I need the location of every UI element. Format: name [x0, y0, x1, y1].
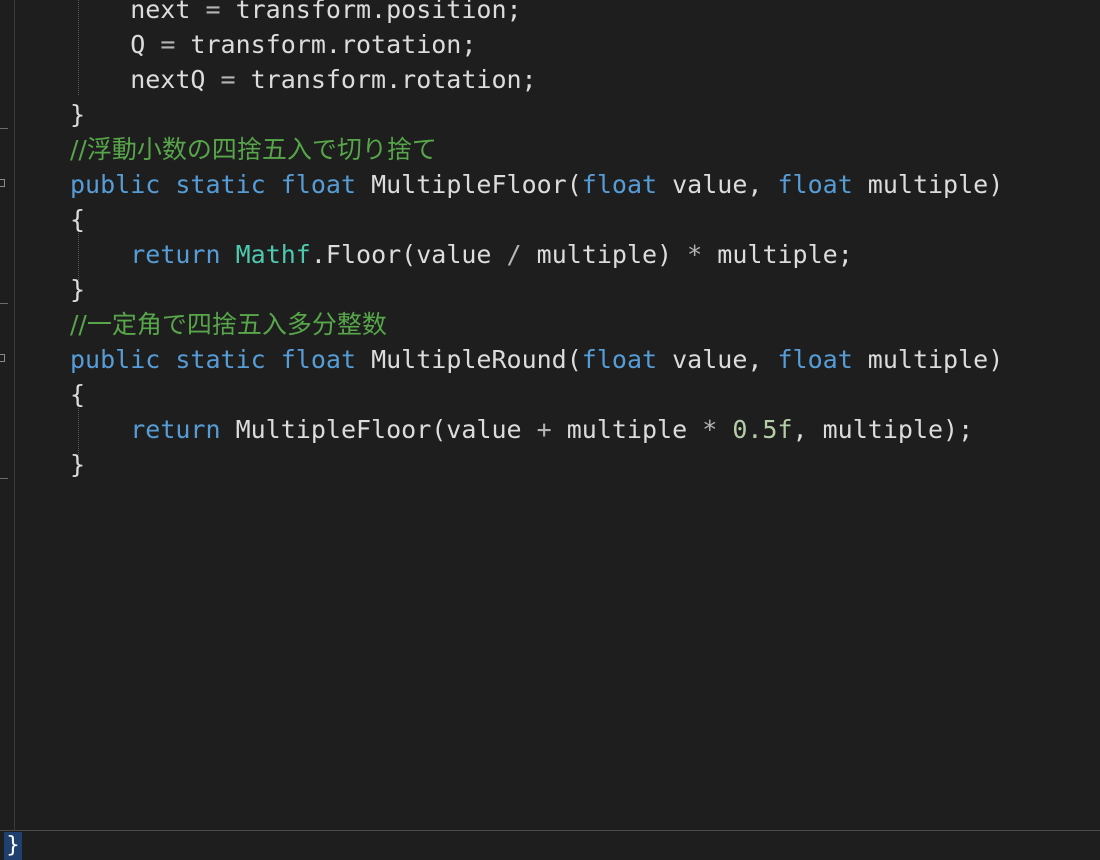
code-token-id: { — [70, 205, 86, 234]
code-token-kw: static — [175, 345, 266, 374]
code-line[interactable]: } — [70, 447, 85, 482]
code-token-id: multiple; — [702, 240, 853, 269]
code-token-id: } — [70, 450, 86, 479]
brace-match-highlight[interactable]: } — [4, 832, 22, 860]
code-token-id: .Floor(value — [310, 240, 507, 269]
code-token-op: = — [205, 0, 221, 24]
code-line[interactable]: } — [70, 272, 85, 307]
code-token-id: { — [70, 380, 86, 409]
code-token-num: 0.5f — [732, 415, 793, 444]
code-token-id: nextQ — [70, 65, 221, 94]
code-token-kw: return — [130, 415, 221, 444]
code-token-id: transform.rotation; — [235, 65, 537, 94]
code-token-id: transform.rotation; — [175, 30, 477, 59]
code-token-kw: static — [175, 170, 266, 199]
code-line[interactable]: //一定角で四捨五入多分整数 — [70, 307, 387, 342]
code-token-op: / — [506, 240, 522, 269]
code-token-id: value, — [657, 345, 778, 374]
code-token-id — [717, 415, 732, 444]
code-token-id: value, — [657, 170, 778, 199]
code-token-id: , multiple); — [792, 415, 974, 444]
collapse-toggle-icon[interactable] — [0, 179, 5, 187]
code-editor[interactable]: next = transform.position; Q = transform… — [0, 0, 1100, 860]
code-token-kw: public — [70, 345, 161, 374]
code-token-id: multiple) — [852, 170, 1004, 199]
code-token-kw: float — [280, 345, 357, 374]
code-token-id: transform.position; — [220, 0, 522, 24]
code-token-kw: public — [70, 170, 161, 199]
code-token-id — [266, 170, 281, 199]
code-line[interactable]: { — [70, 202, 85, 237]
code-line[interactable]: nextQ = transform.rotation; — [70, 62, 537, 97]
code-token-cmt: //一定角で四捨五入多分整数 — [70, 310, 387, 339]
gutter-tick — [0, 478, 8, 479]
code-line[interactable]: public static float MultipleRound(float … — [70, 342, 1003, 377]
code-token-op: = — [160, 30, 176, 59]
code-token-id: MultipleRound( — [356, 345, 582, 374]
collapse-toggle-icon[interactable] — [0, 354, 5, 362]
code-line[interactable]: public static float MultipleFloor(float … — [70, 167, 1003, 202]
code-token-op: + — [536, 415, 552, 444]
code-line[interactable]: return MultipleFloor(value + multiple * … — [70, 412, 973, 447]
gutter-tick — [0, 303, 8, 304]
code-token-id — [160, 345, 175, 374]
code-token-id: next — [70, 0, 206, 24]
code-token-id — [266, 345, 281, 374]
code-token-kw: float — [280, 170, 357, 199]
code-token-op: = — [220, 65, 236, 94]
gutter-divider — [14, 0, 15, 830]
code-token-id: MultipleFloor(value — [220, 415, 537, 444]
code-token-id: multiple) — [521, 240, 688, 269]
editor-gutter — [0, 0, 16, 860]
code-token-op: * — [702, 415, 718, 444]
code-token-kw: float — [777, 170, 853, 199]
code-token-id: Q — [70, 30, 161, 59]
code-token-id: MultipleFloor( — [356, 170, 582, 199]
editor-bottom-bar — [0, 830, 1100, 860]
code-token-op: * — [687, 240, 703, 269]
code-token-id: } — [70, 100, 86, 129]
code-token-id — [160, 170, 175, 199]
code-token-kw: return — [130, 240, 221, 269]
code-token-cmt: //浮動小数の四捨五入で切り捨て — [70, 135, 437, 164]
code-token-id: multiple) — [852, 345, 1004, 374]
code-token-id — [70, 240, 130, 269]
code-token-kw: float — [581, 345, 658, 374]
code-line[interactable]: next = transform.position; — [70, 0, 522, 27]
code-token-id — [221, 240, 236, 269]
gutter-tick — [0, 128, 8, 129]
code-token-id — [70, 415, 130, 444]
code-token-kw: float — [777, 345, 853, 374]
code-token-kw: float — [581, 170, 658, 199]
code-line[interactable]: return Mathf.Floor(value / multiple) * m… — [70, 237, 853, 272]
code-token-id: multiple — [551, 415, 703, 444]
code-line[interactable]: { — [70, 377, 85, 412]
code-token-id: } — [70, 275, 86, 304]
code-token-type: Mathf — [235, 240, 311, 269]
code-line[interactable]: } — [70, 97, 85, 132]
code-line[interactable]: Q = transform.rotation; — [70, 27, 476, 62]
code-line[interactable]: //浮動小数の四捨五入で切り捨て — [70, 132, 437, 167]
